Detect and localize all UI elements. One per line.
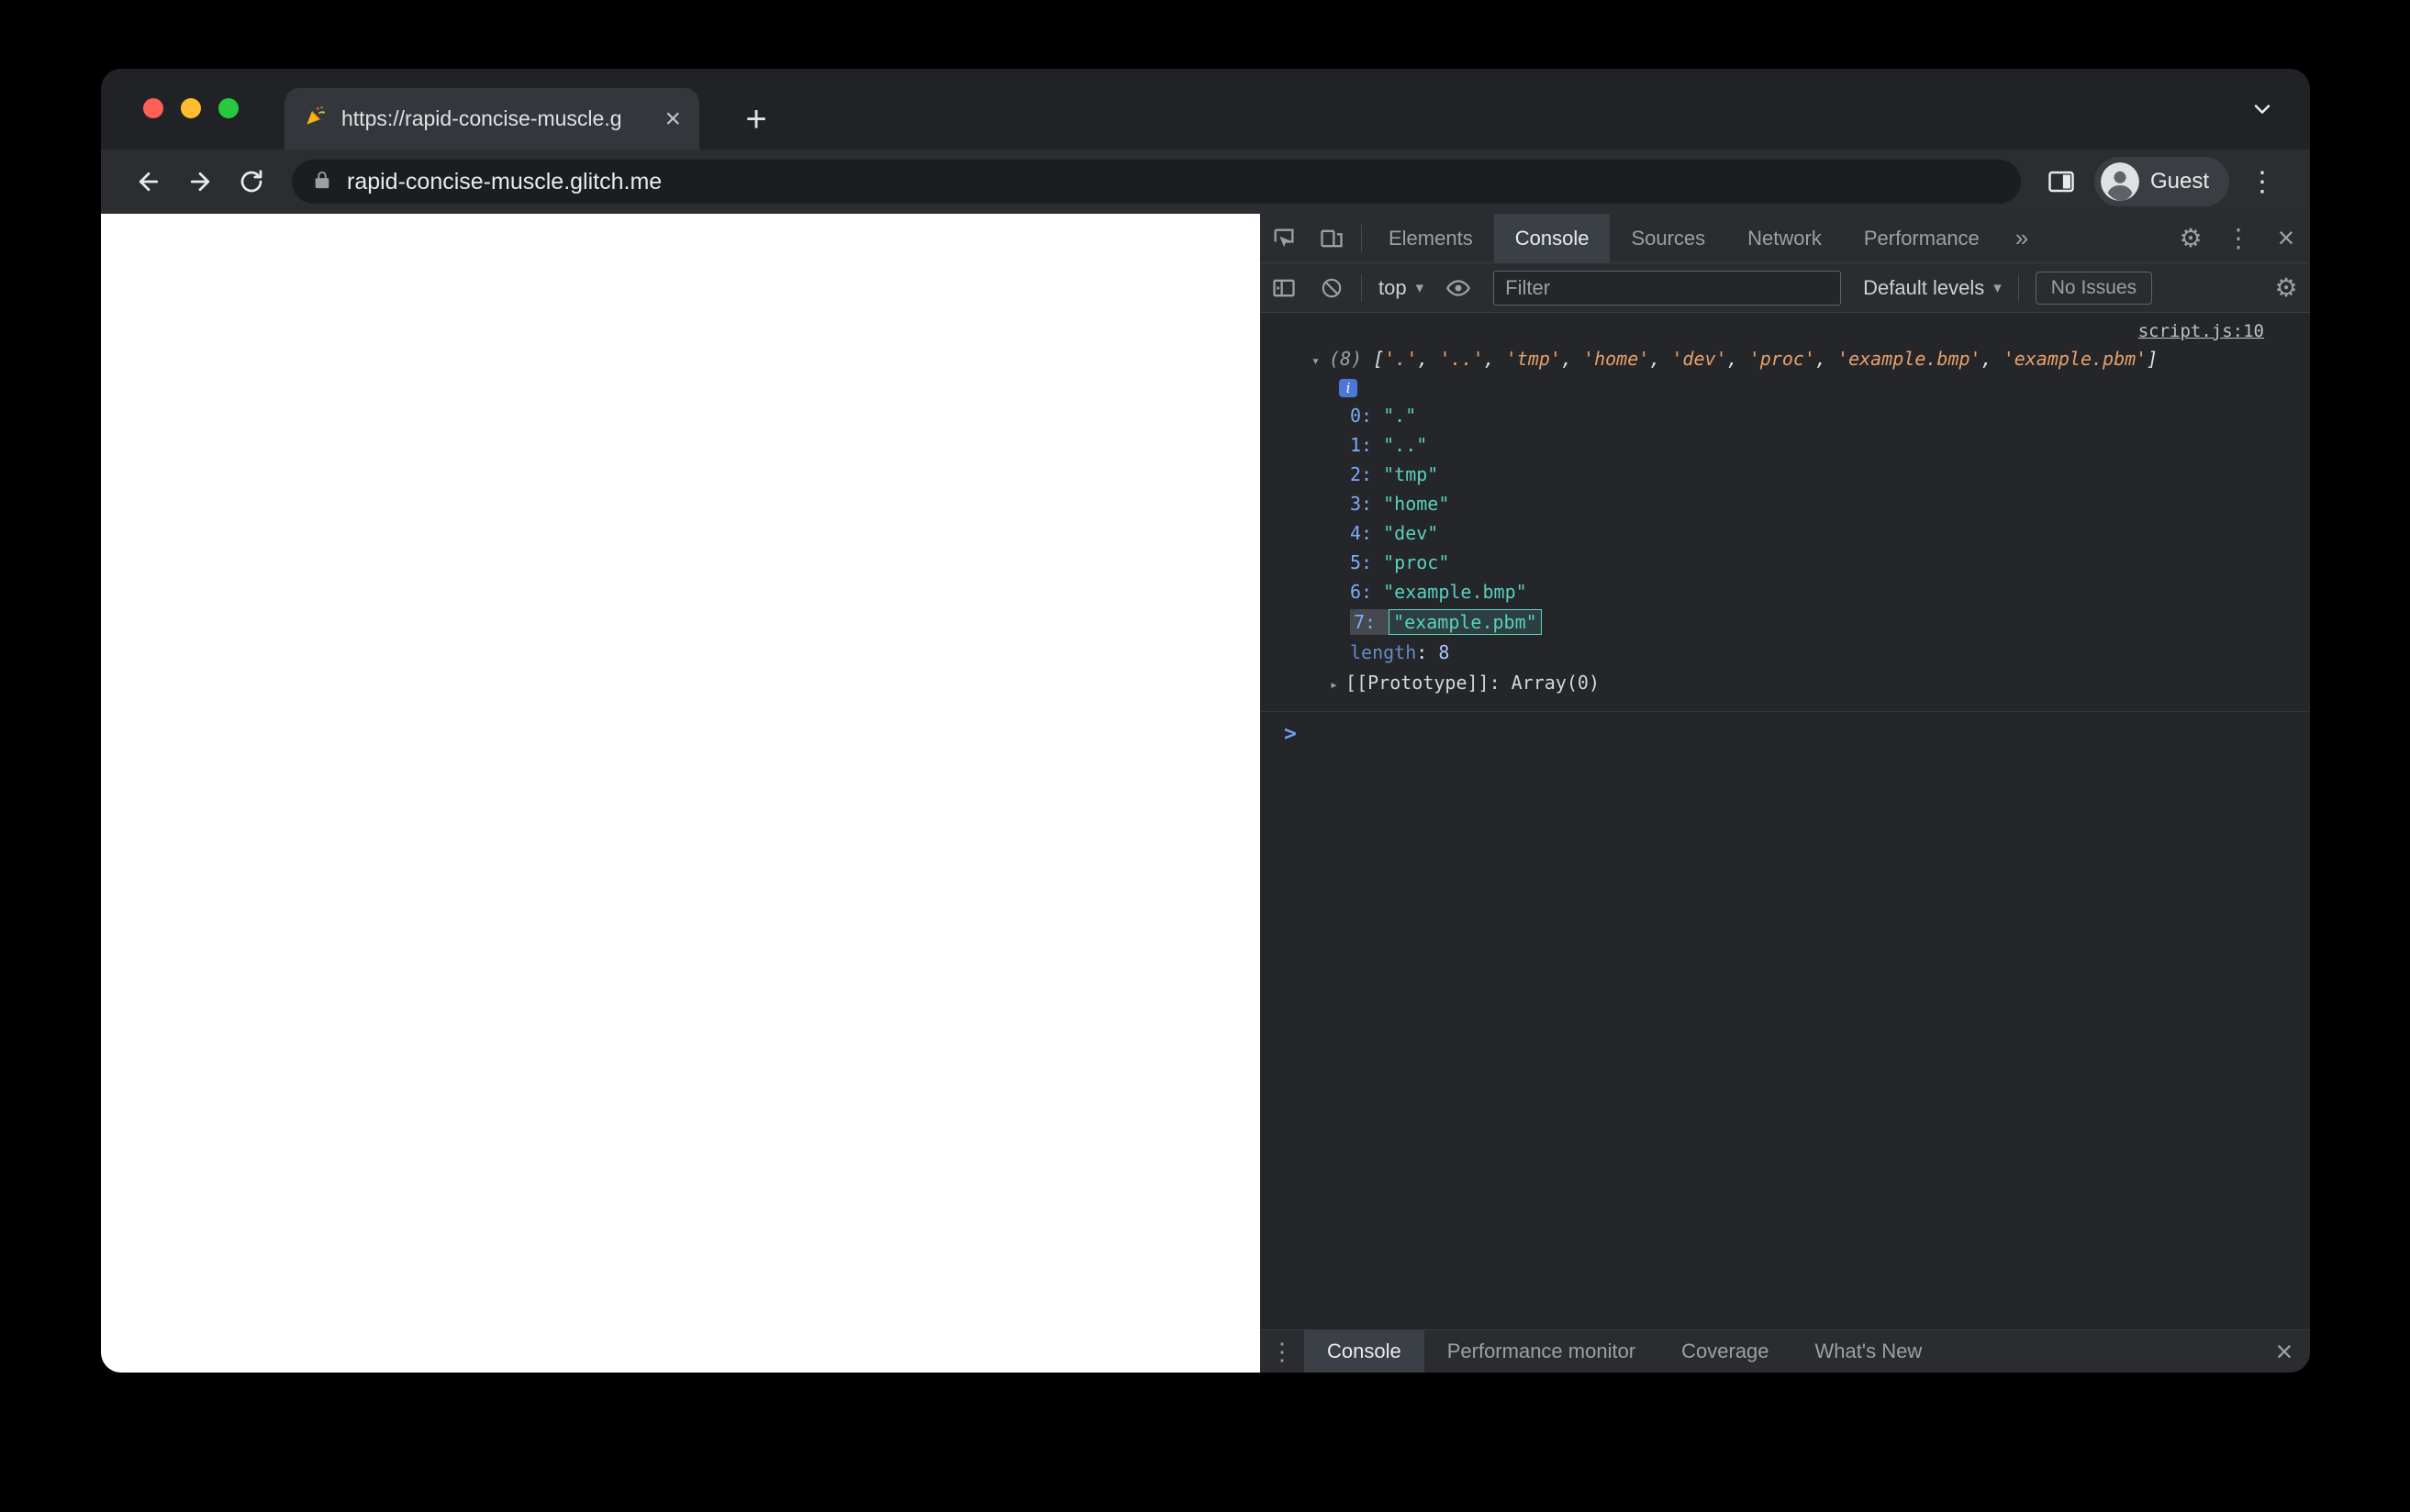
- drawer-tabs: Console Performance monitor Coverage What's…: [1304, 1329, 1946, 1373]
- drawer-tab-console[interactable]: Console: [1304, 1329, 1424, 1373]
- array-entries: 0: "." 1: ".." 2: "tmp" 3: "home" 4: "dev" 5:…: [1260, 401, 2310, 638]
- address-bar[interactable]: rapid-concise-muscle.glitch.me: [292, 160, 2021, 204]
- new-tab-button[interactable]: +: [732, 95, 780, 143]
- profile-chip[interactable]: Guest: [2093, 157, 2229, 206]
- tab-search-chevron-icon[interactable]: [2249, 96, 2275, 127]
- forward-button[interactable]: [174, 156, 226, 207]
- array-entry-1: 1: "..": [1350, 434, 1428, 456]
- array-entry-7: 7: "example.pbm": [1260, 606, 2310, 638]
- source-location-link[interactable]: script.js:10: [2138, 321, 2264, 341]
- more-tabs-button[interactable]: »: [2001, 224, 2043, 252]
- side-panel-button[interactable]: [2036, 156, 2087, 207]
- collapse-triangle-icon[interactable]: ▾: [1311, 346, 1320, 375]
- console-toolbar: top▾ Default levels▾ No Issues ⚙: [1260, 263, 2310, 313]
- prototype-row: ▸ [[Prototype]]: Array(0): [1330, 672, 1600, 694]
- tab-title: https://rapid-concise-muscle.g: [341, 106, 622, 130]
- console-prompt: >: [1260, 712, 2310, 756]
- browser-window: https://rapid-concise-muscle.g × + rapid…: [101, 69, 2310, 1373]
- traffic-lights: [143, 98, 239, 118]
- devtools-tab-performance[interactable]: Performance: [1843, 214, 2001, 263]
- array-entry-5: 5: "proc": [1350, 551, 1450, 573]
- page-content[interactable]: [101, 214, 1260, 1373]
- drawer-tab-performance-monitor[interactable]: Performance monitor: [1424, 1330, 1658, 1373]
- devtools-tab-elements[interactable]: Elements: [1367, 214, 1494, 263]
- divider: [1361, 224, 1362, 252]
- inspect-element-icon[interactable]: [1260, 214, 1308, 263]
- divider: [2017, 273, 2019, 302]
- array-preview: (8) ['.', '..', 'tmp', 'home', 'dev', 'p…: [1329, 348, 2159, 370]
- array-length-row: length: 8: [1350, 641, 1450, 663]
- drawer-tab-what-s-new[interactable]: What's New: [1792, 1330, 1946, 1373]
- filter-input[interactable]: [1493, 270, 1842, 306]
- console-output: script.js:10 ▾ (8) ['.', '..', 'tmp', 'ho…: [1260, 313, 2310, 1329]
- devtools-settings-gear-icon[interactable]: ⚙: [2167, 214, 2215, 263]
- devtools-drawer: ⋮ Console Performance monitor Coverage What…: [1260, 1329, 2310, 1373]
- console-settings-gear-icon[interactable]: ⚙: [2262, 263, 2310, 313]
- browser-tab[interactable]: https://rapid-concise-muscle.g ×: [285, 88, 699, 150]
- url-text: rapid-concise-muscle.glitch.me: [347, 168, 663, 195]
- drawer-close-icon[interactable]: ×: [2259, 1335, 2310, 1369]
- devtools-panel: Elements Console Sources Network Performance…: [1260, 213, 2310, 1373]
- chevron-down-icon: ▾: [1415, 278, 1424, 296]
- drawer-tab-coverage[interactable]: Coverage: [1658, 1330, 1791, 1373]
- window-content: Elements Console Sources Network Performance…: [101, 213, 2310, 1373]
- devtools-menu-kebab-icon[interactable]: ⋮: [2215, 214, 2262, 263]
- chevron-down-icon: ▾: [1993, 278, 2002, 296]
- array-log-line: ▾ (8) ['.', '..', 'tmp', 'home', 'dev', '…: [1260, 344, 2310, 375]
- array-entry-4: 4: "dev": [1350, 522, 1439, 544]
- array-entry-2: 2: "tmp": [1350, 463, 1439, 485]
- array-entry-0: 0: ".": [1350, 405, 1417, 427]
- back-button[interactable]: [123, 156, 174, 207]
- profile-label: Guest: [2149, 169, 2209, 194]
- tab-strip: https://rapid-concise-muscle.g × +: [101, 69, 2310, 150]
- minimize-window-button[interactable]: [181, 98, 201, 118]
- array-entry-3: 3: "home": [1350, 493, 1450, 515]
- tab-close-icon[interactable]: ×: [664, 105, 681, 133]
- array-entry-6: 6: "example.bmp": [1350, 581, 1527, 603]
- party-popper-favicon-icon: [303, 105, 327, 133]
- browser-toolbar: rapid-concise-muscle.glitch.me Guest ⋮: [101, 150, 2310, 214]
- avatar-icon: [2100, 162, 2139, 201]
- javascript-context-dropdown[interactable]: top ▾: [1367, 276, 1434, 300]
- drawer-menu-kebab-icon[interactable]: ⋮: [1260, 1338, 1304, 1366]
- desktop-background: https://rapid-concise-muscle.g × + rapid…: [0, 0, 2410, 1512]
- console-input[interactable]: [1311, 721, 2310, 747]
- device-toolbar-icon[interactable]: [1308, 214, 1356, 263]
- reload-button[interactable]: [226, 156, 277, 207]
- live-expression-eye-icon[interactable]: [1434, 263, 1482, 313]
- devtools-tab-sources[interactable]: Sources: [1610, 214, 1726, 263]
- devtools-top-bar: Elements Console Sources Network Performance…: [1260, 213, 2310, 263]
- console-sidebar-icon[interactable]: [1260, 263, 1308, 313]
- zoom-window-button[interactable]: [218, 98, 239, 118]
- issues-counter[interactable]: No Issues: [2035, 271, 2153, 305]
- log-levels-dropdown[interactable]: Default levels ▾: [1852, 276, 2013, 300]
- browser-menu-kebab-icon[interactable]: ⋮: [2237, 156, 2288, 207]
- clear-console-icon[interactable]: [1308, 263, 1356, 313]
- divider: [1361, 273, 1362, 302]
- devtools-tab-network[interactable]: Network: [1726, 214, 1843, 263]
- expand-triangle-icon[interactable]: ▸: [1330, 676, 1338, 693]
- close-window-button[interactable]: [143, 98, 163, 118]
- console-message: script.js:10 ▾ (8) ['.', '..', 'tmp', 'ho…: [1260, 313, 2310, 712]
- devtools-tabs: Elements Console Sources Network Performance: [1367, 213, 2001, 263]
- devtools-tab-console[interactable]: Console: [1493, 213, 1611, 263]
- devtools-close-icon[interactable]: ×: [2262, 214, 2310, 263]
- lock-icon[interactable]: [312, 169, 332, 195]
- prompt-chevron-icon: >: [1284, 722, 1297, 746]
- info-icon: i: [1339, 379, 1357, 397]
